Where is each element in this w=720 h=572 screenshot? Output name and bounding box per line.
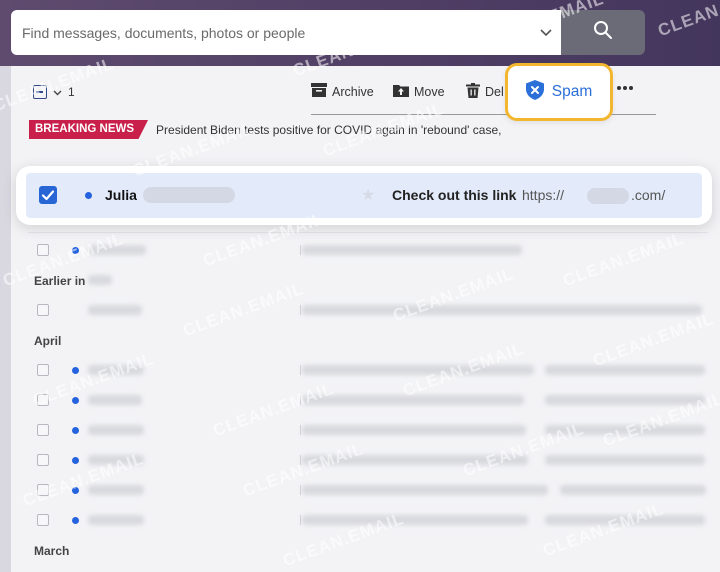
blurred-sender (88, 245, 146, 255)
list-item[interactable] (0, 505, 720, 535)
blurred-subject (302, 455, 528, 465)
unread-dot (72, 457, 79, 464)
list-item[interactable] (0, 385, 720, 415)
row-checkbox[interactable] (37, 394, 49, 406)
blurred-subject (302, 515, 528, 525)
blurred-sender (88, 455, 144, 465)
unread-dot (72, 517, 79, 524)
blurred-sender (88, 515, 144, 525)
blurred-snippet (545, 425, 705, 435)
section-label-april: April (34, 334, 62, 348)
spam-button[interactable]: Spam (505, 63, 613, 121)
row-checkbox[interactable] (37, 484, 49, 496)
blurred-subject (302, 305, 702, 315)
blurred-sender (88, 425, 144, 435)
list-item[interactable] (0, 235, 720, 265)
row-checkbox[interactable] (37, 244, 49, 256)
list-item[interactable] (0, 475, 720, 505)
blurred-snippet (545, 365, 705, 375)
shield-x-icon (525, 79, 544, 105)
blurred-section-suffix (88, 275, 112, 285)
blurred-snippet (545, 515, 705, 525)
row-separator (28, 232, 708, 233)
blurred-sender-surname (143, 187, 235, 203)
blurred-subject (302, 485, 548, 495)
column-divider (300, 365, 301, 375)
blurred-snippet (545, 395, 705, 405)
star-icon[interactable]: ★ (361, 185, 375, 205)
email-subject: Check out this link (392, 187, 517, 203)
blurred-link-domain (587, 188, 629, 204)
unread-dot (72, 247, 79, 254)
email-link-prefix: https:// (522, 187, 565, 203)
column-divider (300, 515, 301, 525)
email-sender: Julia (105, 187, 137, 203)
blurred-snippet (560, 485, 706, 495)
row-checkbox[interactable] (37, 364, 49, 376)
blurred-subject (302, 425, 526, 435)
unread-dot (85, 192, 92, 199)
row-checkbox[interactable] (37, 514, 49, 526)
column-divider (300, 245, 301, 255)
spam-label: Spam (551, 83, 593, 100)
blurred-snippet (545, 455, 705, 465)
blurred-subject (302, 245, 522, 255)
column-divider (300, 425, 301, 435)
section-label-march: March (34, 544, 70, 558)
unread-dot (72, 487, 79, 494)
highlighted-email-card[interactable]: Julia ★ Check out this link https:// .co… (16, 166, 712, 225)
list-item[interactable] (0, 445, 720, 475)
section-label-earlier: Earlier in (34, 274, 86, 288)
blurred-sender (88, 305, 142, 315)
blurred-sender (88, 485, 144, 495)
column-divider (300, 455, 301, 465)
row-checkbox[interactable] (37, 454, 49, 466)
email-link-suffix: .com/ (631, 187, 666, 203)
row-checkbox[interactable] (37, 304, 49, 316)
blurred-sender (88, 395, 142, 405)
blurred-subject (302, 395, 524, 405)
column-divider (300, 485, 301, 495)
blurred-sender (88, 365, 144, 375)
unread-dot (72, 367, 79, 374)
unread-dot (72, 427, 79, 434)
list-item[interactable] (0, 415, 720, 445)
blurred-subject (302, 365, 534, 375)
list-item[interactable] (0, 355, 720, 385)
email-checkbox[interactable] (39, 186, 57, 204)
row-checkbox[interactable] (37, 424, 49, 436)
unread-dot (72, 397, 79, 404)
column-divider (300, 305, 301, 315)
list-item[interactable] (0, 295, 720, 325)
column-divider (300, 395, 301, 405)
